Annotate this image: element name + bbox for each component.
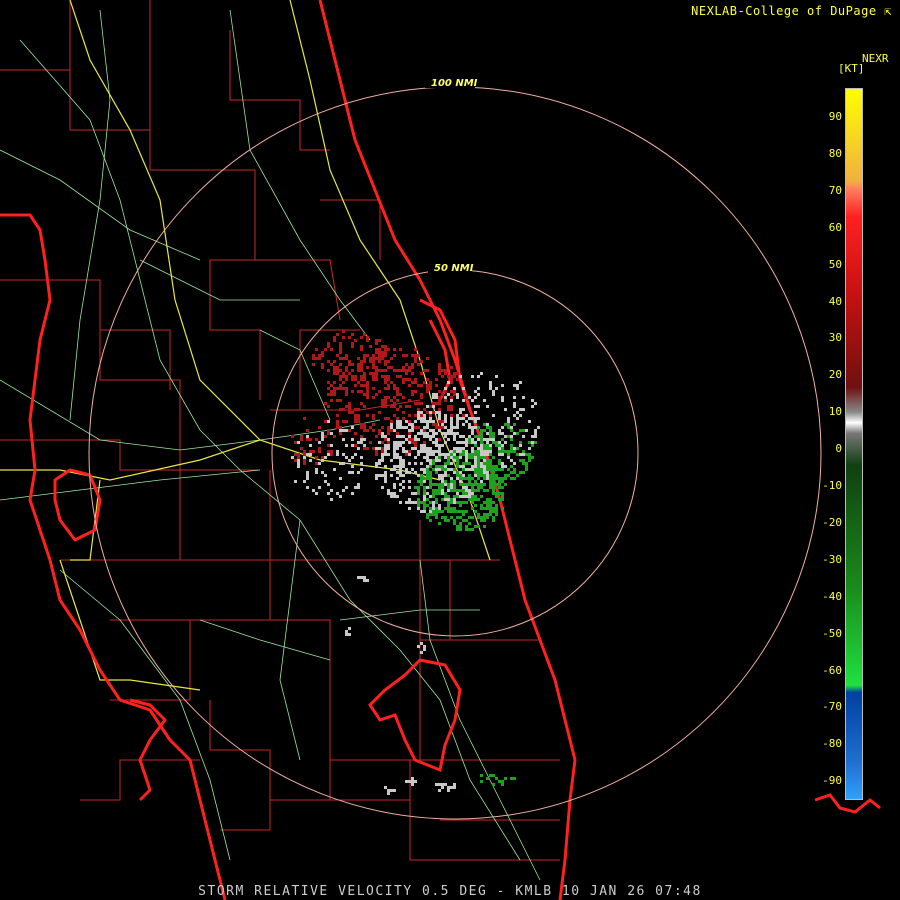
ring-label-50: 50 NMI bbox=[434, 263, 474, 274]
radar-map: 100 NMI 50 NMI bbox=[0, 0, 881, 900]
legend-tick: 50 bbox=[828, 257, 842, 271]
corner-icon: ⇱ bbox=[876, 4, 892, 18]
legend-tick: 30 bbox=[828, 331, 842, 345]
legend-tick: -70 bbox=[822, 700, 842, 714]
credit-text: NEXLAB-College of DuPage ⇱ bbox=[691, 4, 892, 18]
legend-tick: 0 bbox=[835, 442, 842, 456]
radar-view: 100 NMI 50 NMI NEXLAB-College of DuPage … bbox=[0, 0, 900, 900]
interstates bbox=[0, 0, 491, 691]
legend-title: NEXR bbox=[862, 52, 889, 65]
legend-tick: 10 bbox=[828, 405, 842, 419]
legend-tick: -90 bbox=[822, 774, 842, 788]
legend-tick: -50 bbox=[822, 626, 842, 640]
legend-tick: 60 bbox=[828, 220, 842, 234]
legend-tick: -20 bbox=[822, 515, 842, 529]
legend-tick: -60 bbox=[822, 663, 842, 677]
legend-tick: -80 bbox=[822, 737, 842, 751]
legend-tick: 20 bbox=[828, 368, 842, 382]
legend-tick: 90 bbox=[828, 110, 842, 123]
ring-label-100: 100 NMI bbox=[431, 78, 478, 89]
legend-tick: -30 bbox=[822, 552, 842, 566]
legend-tick: 70 bbox=[828, 183, 842, 197]
legend-tick: 40 bbox=[828, 294, 842, 308]
legend-tick: 80 bbox=[828, 146, 842, 160]
legend-unit: [KT] bbox=[838, 62, 865, 75]
lake-outline bbox=[368, 658, 462, 773]
velocity-color-scale bbox=[845, 88, 863, 800]
product-label: STORM RELATIVE VELOCITY 0.5 DEG - KMLB 1… bbox=[198, 884, 702, 899]
legend-tick: -10 bbox=[822, 479, 842, 492]
legend-tick: -40 bbox=[822, 589, 842, 603]
velocity-echoes bbox=[291, 330, 540, 795]
